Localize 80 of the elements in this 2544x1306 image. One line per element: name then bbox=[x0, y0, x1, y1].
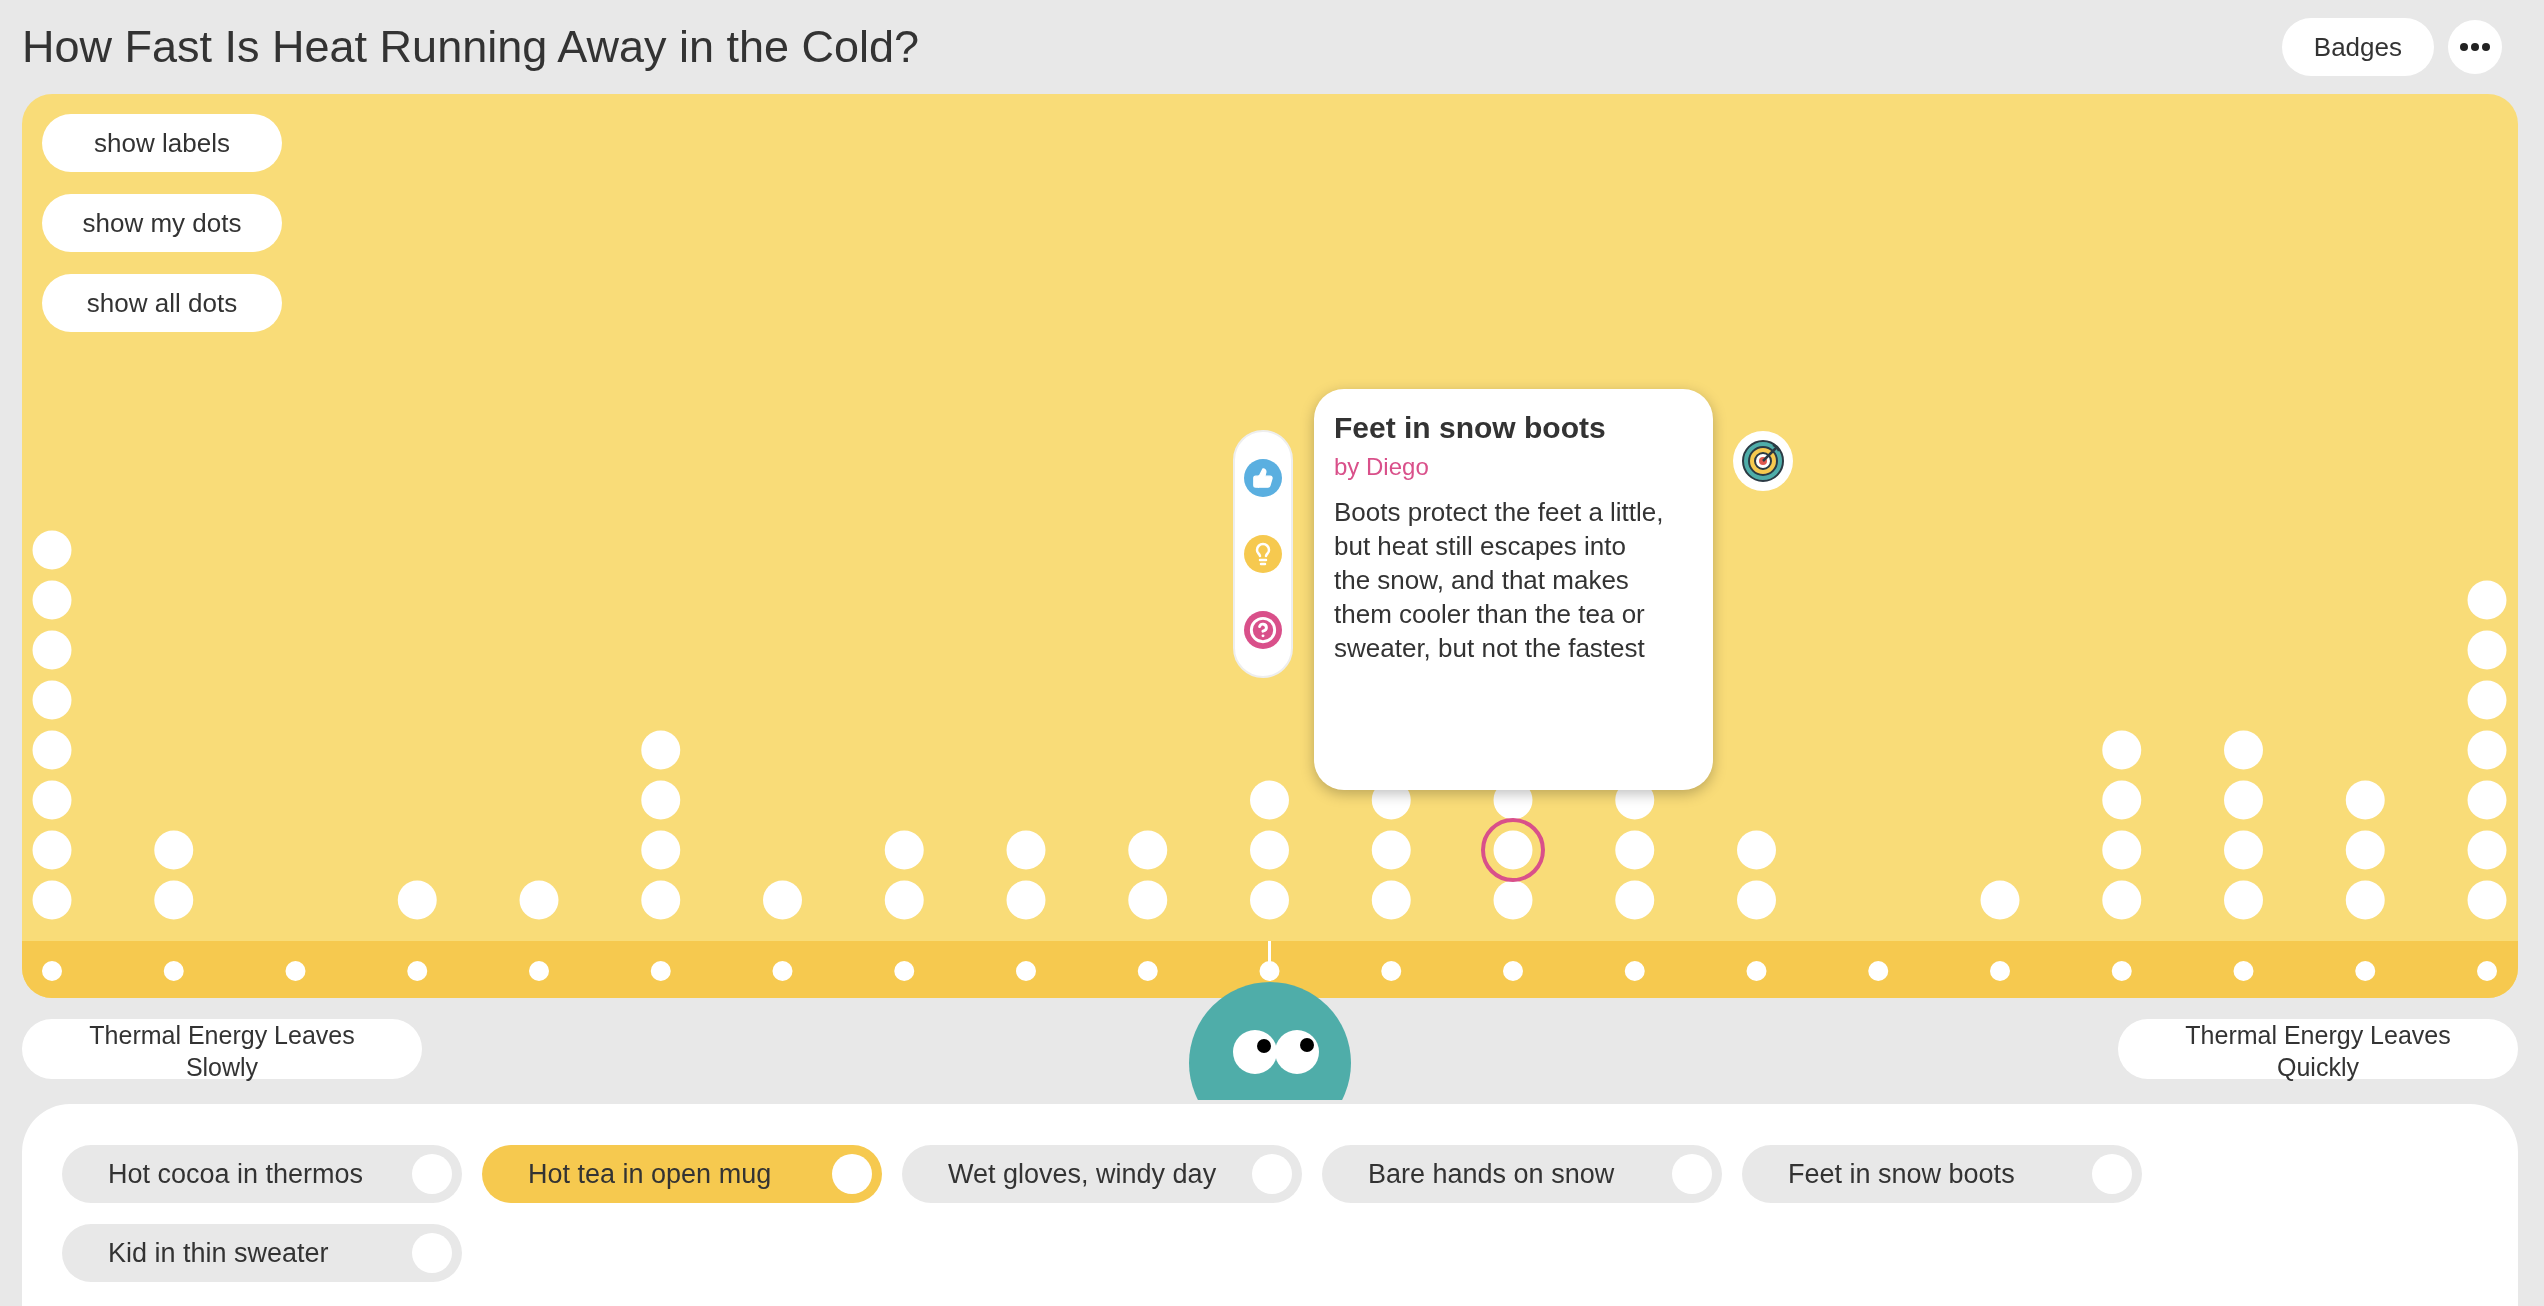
page-title: How Fast Is Heat Running Away in the Cold? bbox=[22, 21, 920, 73]
thumbs-up-icon bbox=[1252, 467, 1274, 489]
plot-dot[interactable] bbox=[2467, 580, 2507, 620]
plot-dot[interactable] bbox=[2102, 730, 2142, 770]
plot-dot[interactable] bbox=[32, 730, 72, 770]
plot-dot[interactable] bbox=[1737, 830, 1776, 870]
question-icon bbox=[1249, 616, 1277, 644]
more-button[interactable] bbox=[2448, 20, 2502, 74]
plot-dot[interactable] bbox=[641, 730, 681, 770]
plot-dot[interactable] bbox=[2102, 880, 2142, 920]
plot-dot[interactable] bbox=[763, 880, 802, 920]
thumbs-up-button[interactable] bbox=[1244, 459, 1282, 497]
plot-dot[interactable] bbox=[2345, 780, 2385, 820]
plot-dot[interactable] bbox=[1128, 880, 1168, 920]
plot-dot[interactable] bbox=[2224, 880, 2263, 920]
comment-author: by Diego bbox=[1334, 453, 1430, 481]
plot-dot[interactable] bbox=[884, 830, 924, 870]
plot-dot[interactable] bbox=[397, 880, 437, 920]
plot-dot[interactable] bbox=[1493, 830, 1533, 870]
card-chip[interactable]: Wet gloves, windy day bbox=[902, 1145, 1302, 1203]
plot-dot[interactable] bbox=[641, 780, 681, 820]
axis-label: Thermal Energy Leaves Slowly bbox=[22, 1019, 422, 1079]
plot-dot[interactable] bbox=[2467, 830, 2507, 870]
plot-dot[interactable] bbox=[1615, 830, 1655, 870]
card-chip[interactable]: Hot cocoa in thermos bbox=[62, 1145, 462, 1203]
plot-dot[interactable] bbox=[2467, 880, 2507, 920]
axis-label: Thermal Energy Leaves Quickly bbox=[2118, 1019, 2518, 1079]
plot-dot[interactable] bbox=[2467, 780, 2507, 820]
plot-dot[interactable] bbox=[2467, 630, 2507, 670]
card-chip[interactable]: Bare hands on snow bbox=[1322, 1145, 1722, 1203]
target-icon bbox=[1741, 439, 1785, 483]
plot-dot[interactable] bbox=[32, 880, 72, 920]
plot-dot[interactable] bbox=[32, 780, 72, 820]
plot-dot[interactable] bbox=[641, 830, 681, 870]
plot-dot[interactable] bbox=[884, 880, 924, 920]
toggle-knob-icon bbox=[832, 1154, 872, 1194]
target-button[interactable] bbox=[1733, 431, 1793, 491]
plot-dot[interactable] bbox=[32, 630, 72, 670]
view-button[interactable]: show my dots bbox=[42, 194, 282, 252]
plot-dot[interactable] bbox=[2345, 880, 2385, 920]
plot-dot[interactable] bbox=[154, 830, 194, 870]
plot-dot[interactable] bbox=[32, 530, 72, 570]
plot-dot[interactable] bbox=[32, 680, 72, 720]
plot-dot[interactable] bbox=[2345, 830, 2385, 870]
highlight-ring bbox=[1481, 818, 1545, 882]
card-chip[interactable]: Hot tea in open mug bbox=[482, 1145, 882, 1203]
comment-text: Boots protect the feet a little, but heat still escapes into the snow, and that makes them cooler than the tea or sweater, but not the fastest bbox=[1334, 496, 1665, 665]
plot-dot[interactable] bbox=[32, 830, 72, 870]
plot-dot[interactable] bbox=[1371, 830, 1411, 870]
card-chip[interactable]: Feet in snow boots bbox=[1742, 1145, 2142, 1203]
plot-dot[interactable] bbox=[1737, 880, 1776, 920]
plot-dot[interactable] bbox=[1250, 780, 1289, 820]
plot-dot[interactable] bbox=[1980, 880, 2020, 920]
plot-dot[interactable] bbox=[519, 880, 559, 920]
plot-dot[interactable] bbox=[1250, 830, 1289, 870]
plot-dot[interactable] bbox=[1006, 880, 1046, 920]
plot-dot[interactable] bbox=[641, 880, 681, 920]
plot-dot[interactable] bbox=[2224, 780, 2263, 820]
plot-dot[interactable] bbox=[1371, 880, 1411, 920]
plot-dot[interactable] bbox=[1128, 830, 1168, 870]
plot-dot[interactable] bbox=[1006, 830, 1046, 870]
plot-dot[interactable] bbox=[2102, 830, 2142, 870]
question-button[interactable] bbox=[1244, 611, 1282, 649]
plot-dot[interactable] bbox=[1615, 880, 1655, 920]
plot-dot[interactable] bbox=[2224, 730, 2263, 770]
plot-dot[interactable] bbox=[154, 880, 194, 920]
lightbulb-button[interactable] bbox=[1244, 535, 1282, 573]
card-chip[interactable]: Kid in thin sweater bbox=[62, 1224, 462, 1282]
plot-dot[interactable] bbox=[2224, 830, 2263, 870]
comment-title: Feet in snow boots bbox=[1334, 411, 1607, 445]
plot-dot[interactable] bbox=[1250, 880, 1289, 920]
badges-button[interactable]: Badges bbox=[2281, 18, 2434, 76]
plot-dot[interactable] bbox=[2467, 730, 2507, 770]
more-icon bbox=[2460, 43, 2490, 51]
plot-dot[interactable] bbox=[2467, 680, 2507, 720]
plot-dot[interactable] bbox=[2102, 780, 2142, 820]
plot-dot[interactable] bbox=[1493, 880, 1533, 920]
view-button[interactable]: show labels bbox=[42, 114, 282, 172]
plot-dot[interactable] bbox=[32, 580, 72, 620]
view-button[interactable]: show all dots bbox=[42, 274, 282, 332]
